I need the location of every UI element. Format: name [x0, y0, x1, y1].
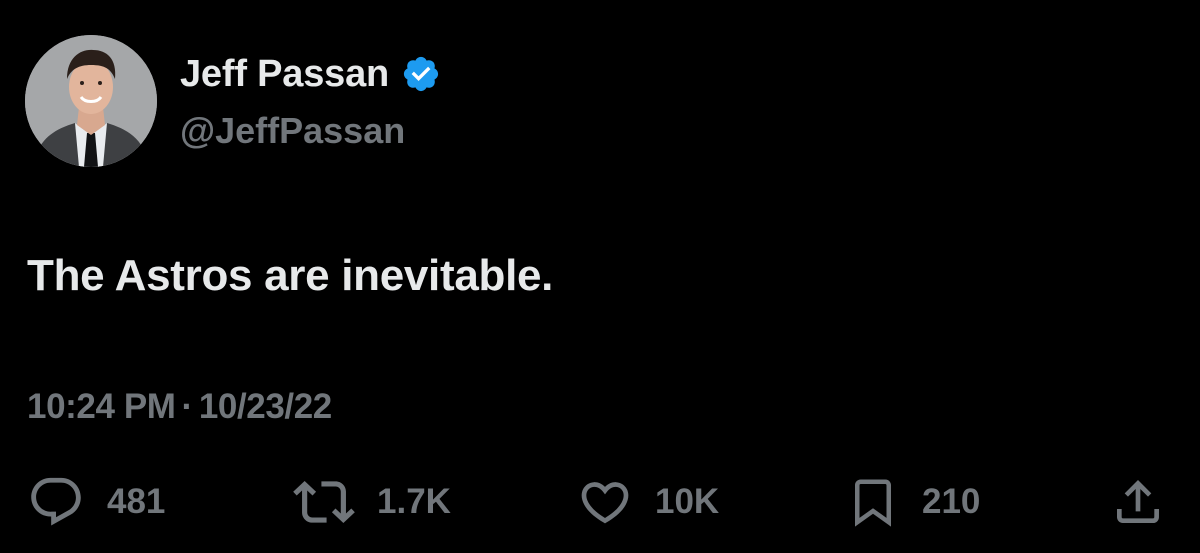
avatar-photo — [25, 35, 157, 167]
tweet-card: Jeff Passan @JeffPassan The Astros are i… — [0, 0, 1200, 553]
tweet-text: The Astros are inevitable. — [27, 251, 554, 300]
author-handle[interactable]: @JeffPassan — [180, 108, 405, 154]
like-button[interactable]: 10K — [577, 470, 719, 534]
retweet-count: 1.7K — [377, 482, 451, 521]
author-name-row: Jeff Passan — [180, 50, 441, 98]
tweet-time: 10:24 PM — [27, 387, 176, 426]
author-display-name[interactable]: Jeff Passan — [180, 50, 389, 98]
reply-icon — [31, 477, 81, 526]
retweet-button[interactable]: 1.7K — [293, 470, 451, 534]
bookmark-icon — [855, 479, 891, 527]
tweet-timestamp[interactable]: 10:24 PM · 10/23/22 — [27, 384, 332, 430]
reply-button[interactable]: 481 — [27, 470, 165, 534]
heart-icon — [581, 482, 629, 524]
reply-count: 481 — [107, 482, 166, 521]
share-icon — [1117, 480, 1159, 523]
avatar[interactable] — [25, 35, 157, 167]
retweet-icon — [293, 481, 355, 523]
timestamp-separator: · — [181, 387, 194, 426]
verified-badge-icon[interactable] — [401, 54, 441, 94]
share-button[interactable] — [1110, 470, 1166, 534]
bookmark-count: 210 — [922, 482, 981, 521]
like-count: 10K — [655, 482, 720, 521]
tweet-date: 10/23/22 — [198, 387, 332, 426]
action-bar: 481 1.7K 10K 210 — [0, 470, 1200, 534]
bookmark-button[interactable]: 210 — [846, 470, 980, 534]
